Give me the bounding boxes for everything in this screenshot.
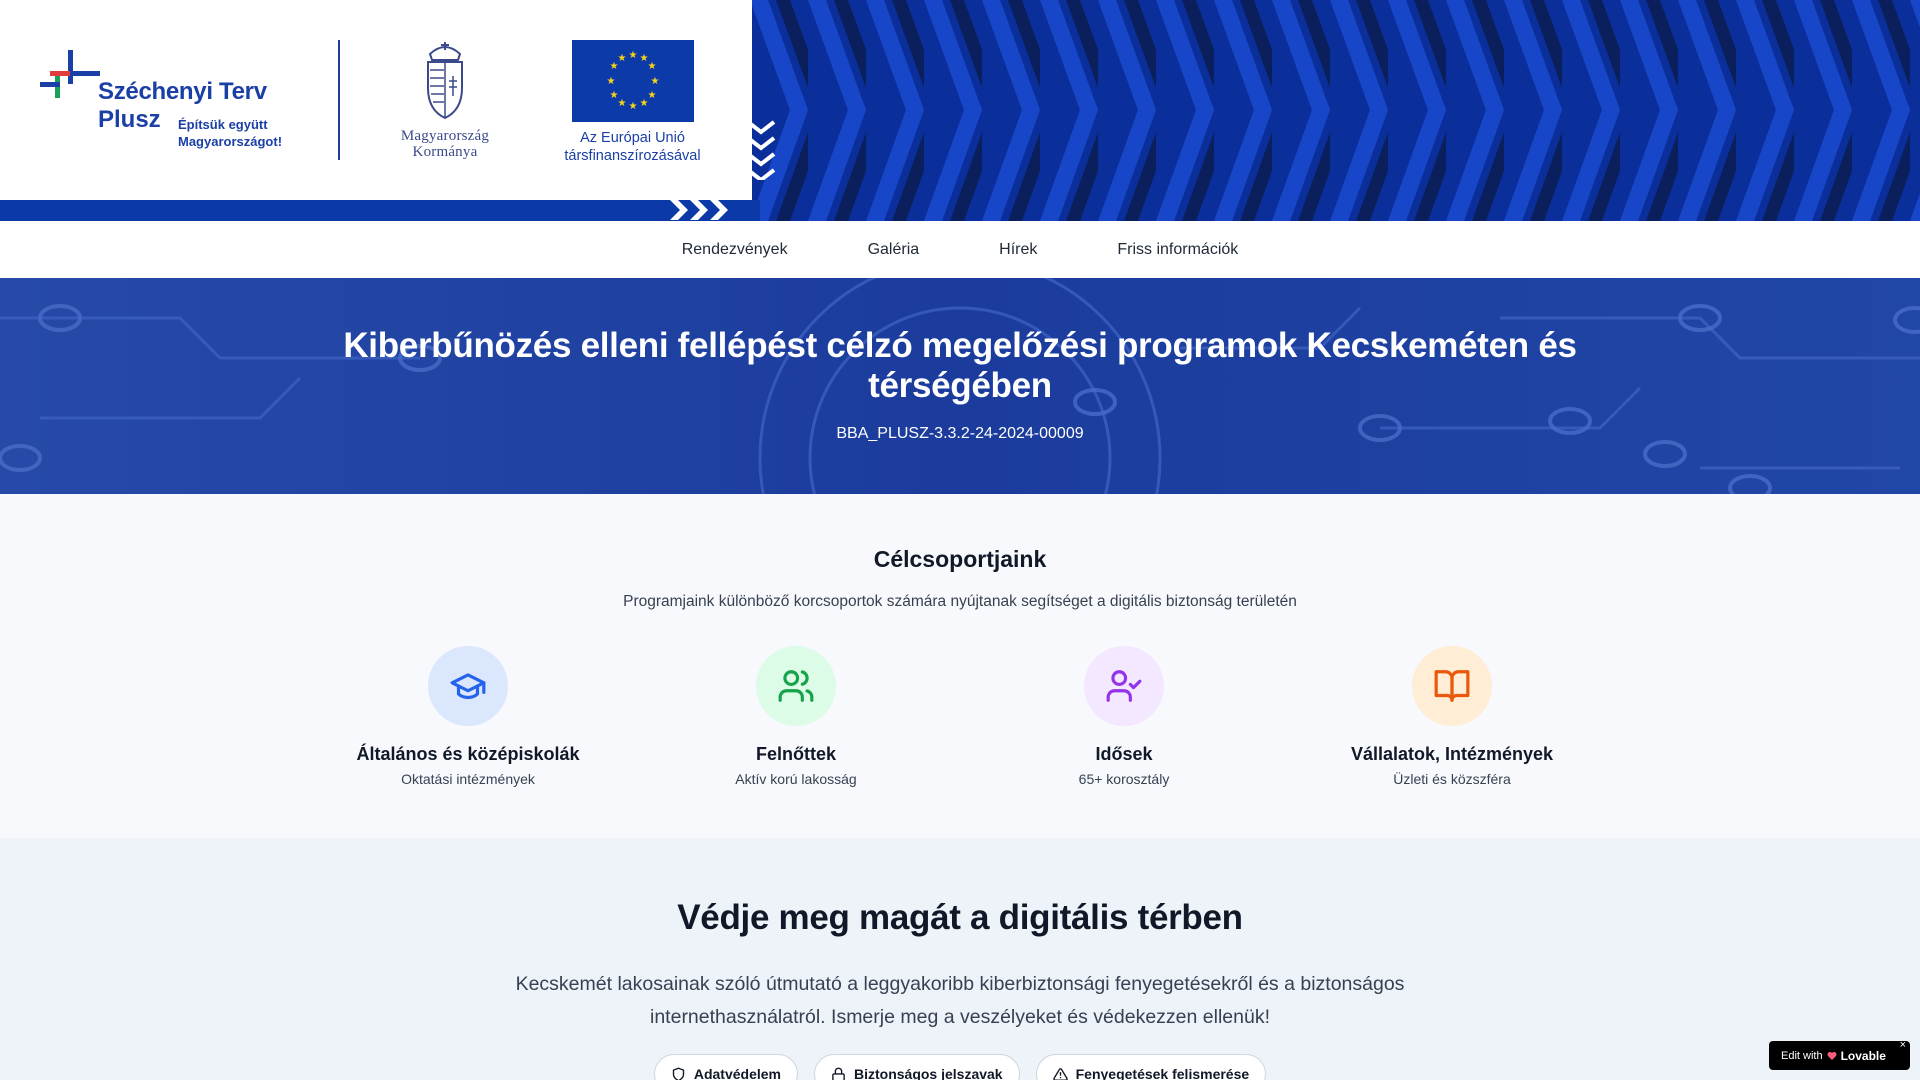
banner-stripe	[0, 200, 760, 221]
kormany-line2: Kormánya	[412, 144, 478, 160]
graduation-cap-icon	[450, 673, 486, 700]
protect-title: Védje meg magát a digitális térben	[677, 898, 1243, 937]
group-name: Általános és középiskolák	[356, 744, 580, 764]
group-card-schools[interactable]: Általános és középiskolák Oktatási intéz…	[318, 646, 618, 787]
lovable-edit-label: Edit with	[1781, 1049, 1823, 1062]
users-icon	[778, 670, 814, 702]
eu-flag-icon: ★ ★ ★ ★ ★ ★ ★ ★ ★ ★ ★ ★	[571, 40, 694, 122]
eu-logo[interactable]: ★ ★ ★ ★ ★ ★ ★ ★ ★ ★ ★ ★ Az Európai Unió …	[550, 40, 715, 170]
book-open-icon	[1434, 670, 1470, 702]
group-card-adults[interactable]: Felnőttek Aktív korú lakosság	[646, 646, 946, 787]
main-nav: Rendezvények Galéria Hírek Friss informá…	[0, 221, 1920, 278]
szechenyi-plus: Plusz	[98, 106, 161, 133]
chevron-pattern	[750, 0, 1920, 221]
target-groups-section: Célcsoportjaink Programjaink különböző k…	[0, 494, 1920, 838]
eu-line2: társfinanszírozásával	[564, 148, 701, 164]
group-card-seniors[interactable]: Idősek 65+ korosztály	[974, 646, 1274, 787]
group-card-companies[interactable]: Vállalatok, Intézmények Üzleti és közszf…	[1302, 646, 1602, 787]
svg-text:★: ★	[617, 53, 626, 64]
svg-text:★: ★	[628, 101, 637, 112]
svg-text:★: ★	[606, 76, 615, 87]
lock-icon	[832, 1067, 845, 1080]
szechenyi-title: Széchenyi Terv	[98, 78, 267, 105]
protect-section: Védje meg magát a digitális térben Kecsk…	[0, 838, 1920, 1080]
nav-item-rendezvenyek[interactable]: Rendezvények	[682, 241, 788, 259]
project-code: BBA_PLUSZ-3.3.2-24-2024-00009	[836, 425, 1084, 442]
nav-item-hirek[interactable]: Hírek	[999, 241, 1037, 259]
section-subtitle: Programjaink különböző korcsoportok szám…	[623, 593, 1297, 610]
group-desc: 65+ korosztály	[1078, 771, 1170, 787]
group-name: Vállalatok, Intézmények	[1350, 744, 1554, 764]
chip-label: Biztonságos jelszavak	[853, 1066, 1003, 1080]
chevron-down-icon	[746, 120, 776, 180]
alert-triangle-icon	[1052, 1067, 1068, 1080]
chip-label: Fenyegetések felismerése	[1075, 1066, 1250, 1080]
svg-text:★: ★	[628, 50, 637, 61]
szechenyi-logo[interactable]: Széchenyi Terv Plusz Építsük együtt Magy…	[40, 50, 300, 160]
chip-fenyegetesek[interactable]: Fenyegetések felismerése	[1035, 1054, 1267, 1080]
logo-divider	[338, 40, 340, 160]
user-check-icon	[1106, 670, 1142, 702]
szechenyi-cross-icon	[40, 50, 100, 98]
topic-chips: Adatvédelem Biztonságos jelszavak Fenyeg…	[0, 1054, 1920, 1080]
logo-panel: Széchenyi Terv Plusz Építsük együtt Magy…	[0, 0, 752, 200]
svg-text:★: ★	[647, 61, 656, 72]
svg-text:★: ★	[639, 98, 648, 109]
lovable-badge[interactable]: Edit with Lovable ×	[1769, 1039, 1910, 1070]
group-name: Idősek	[1095, 744, 1153, 764]
svg-text:★: ★	[617, 98, 626, 109]
group-desc: Aktív korú lakosság	[735, 771, 857, 787]
nav-item-galeria[interactable]: Galéria	[868, 241, 920, 259]
heart-icon	[1827, 1051, 1837, 1060]
close-icon[interactable]: ×	[1900, 1039, 1906, 1051]
chip-label: Adatvédelem	[693, 1066, 781, 1080]
group-name: Felnőttek	[755, 744, 836, 764]
hungarian-crest-icon	[427, 42, 463, 120]
protect-text: Kecskemét lakosainak szóló útmutató a le…	[515, 973, 1405, 1028]
page-title: Kiberbűnözés elleni fellépést célzó mege…	[343, 326, 1577, 405]
chip-jelszavak[interactable]: Biztonságos jelszavak	[813, 1054, 1020, 1080]
group-desc: Oktatási intézmények	[401, 771, 535, 787]
header-banner: Széchenyi Terv Plusz Építsük együtt Magy…	[0, 0, 1920, 221]
szechenyi-slogan: Építsük együtt Magyarországot!	[178, 117, 283, 149]
nav-item-friss-informaciok[interactable]: Friss információk	[1117, 241, 1238, 259]
kormany-logo[interactable]: Magyarország Kormánya	[375, 40, 515, 165]
chip-adatvedelem[interactable]: Adatvédelem	[653, 1054, 798, 1080]
shield-icon	[672, 1067, 685, 1080]
kormany-line1: Magyarország	[400, 128, 490, 144]
svg-text:★: ★	[647, 90, 656, 101]
hero-section: Kiberbűnözés elleni fellépést célzó mege…	[0, 278, 1920, 494]
eu-line1: Az Európai Unió	[580, 130, 685, 146]
lovable-brand: Lovable	[1840, 1048, 1886, 1063]
svg-text:★: ★	[650, 76, 659, 87]
section-title: Célcsoportjaink	[873, 546, 1047, 572]
svg-text:★: ★	[609, 90, 618, 101]
chevron-right-icon	[670, 200, 728, 220]
group-desc: Üzleti és közszféra	[1393, 771, 1511, 787]
